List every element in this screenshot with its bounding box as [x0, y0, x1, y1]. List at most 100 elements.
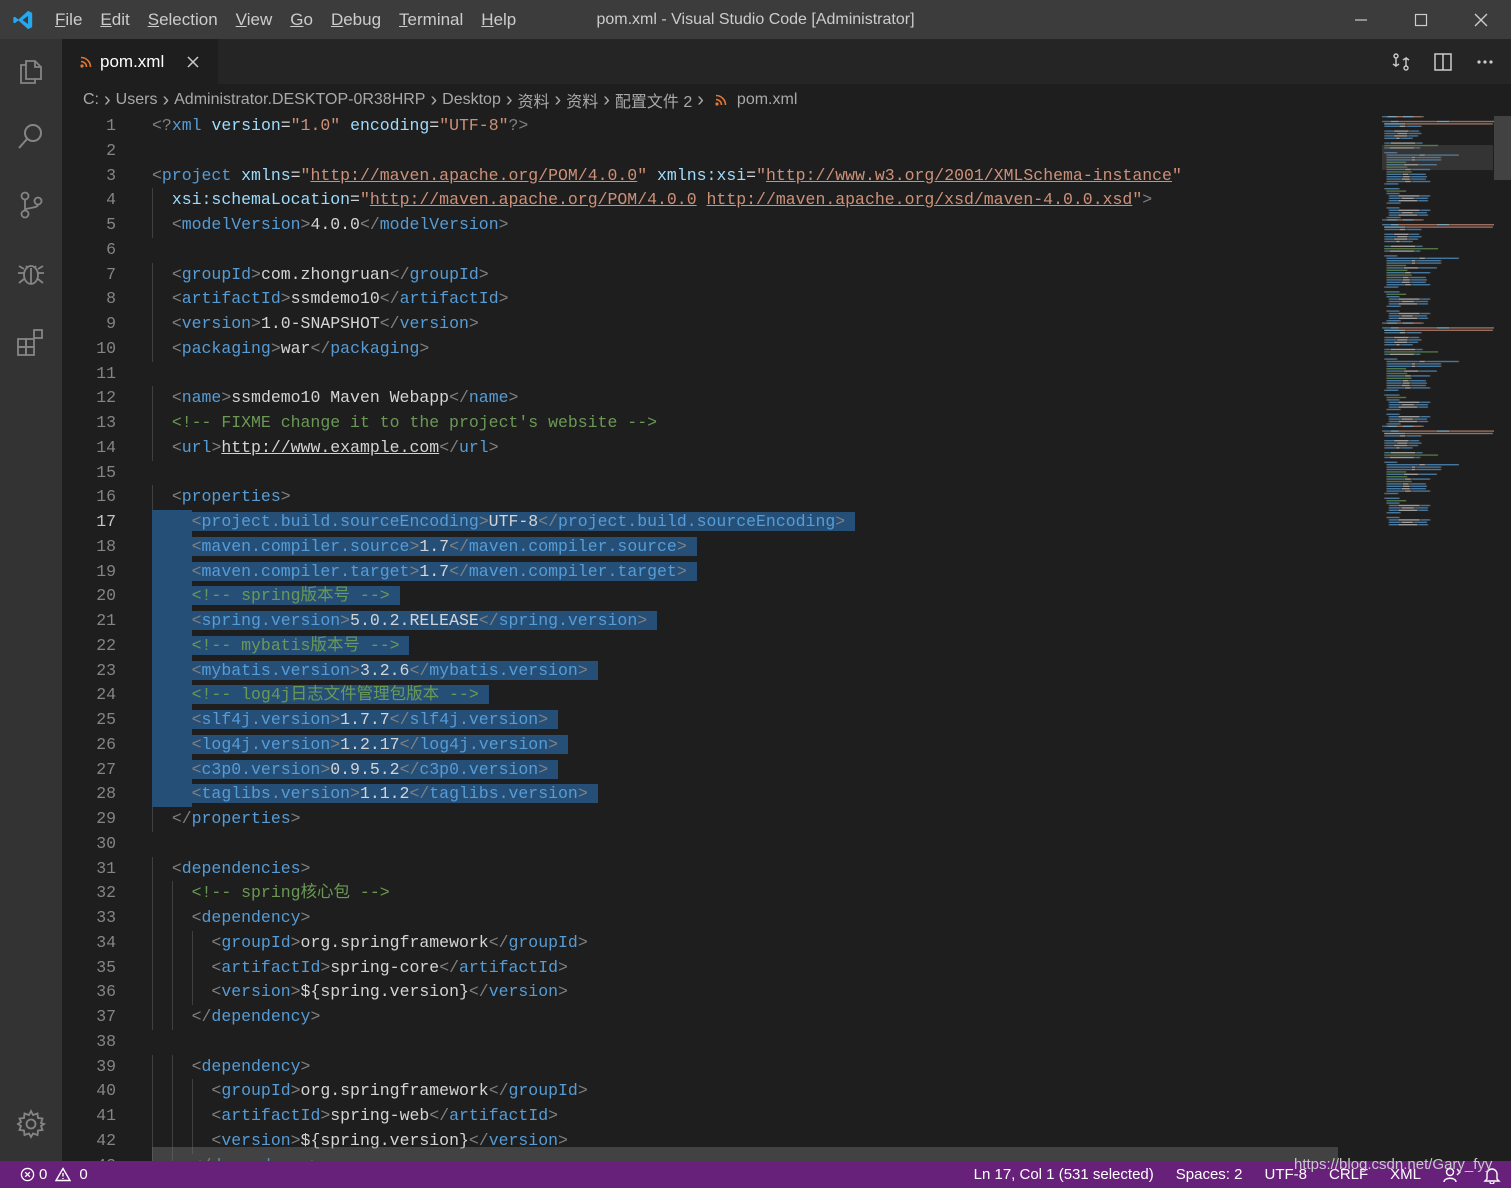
cursor-position[interactable]: Ln 17, Col 1 (531 selected): [974, 1166, 1154, 1183]
window-controls: [1331, 0, 1511, 39]
minimap-mark: [1385, 233, 1393, 235]
minimap-mark: [1424, 380, 1426, 382]
minimap[interactable]: [1378, 116, 1498, 1161]
minimize-button[interactable]: [1331, 0, 1391, 39]
minimap-mark: [1390, 142, 1415, 144]
token-br: </: [429, 1106, 450, 1125]
minimap-mark: [1429, 387, 1431, 389]
minimap-mark: [1386, 284, 1388, 286]
minimap-mark: [1388, 524, 1390, 526]
breadcrumb-item[interactable]: C:: [83, 91, 99, 109]
breadcrumb-item[interactable]: 资料: [566, 88, 598, 112]
minimap-mark: [1443, 226, 1491, 228]
token-tag: properties: [191, 809, 291, 828]
minimap-mark: [1390, 348, 1415, 351]
minimap-mark: [1416, 250, 1420, 252]
menu-item-edit[interactable]: Edit: [91, 0, 138, 39]
minimap-mark: [1418, 130, 1420, 132]
line-number: 42: [96, 1130, 116, 1150]
minimap-slider[interactable]: [1382, 145, 1493, 170]
minimap-mark: [1385, 236, 1397, 238]
breadcrumb-item[interactable]: pom.xml: [737, 91, 797, 109]
menu-item-help[interactable]: Help: [472, 0, 525, 39]
token-str: ": [300, 165, 311, 185]
more-actions-icon[interactable]: [1471, 48, 1499, 76]
minimap-mark: [1388, 420, 1390, 423]
minimap-mark: [1387, 466, 1411, 468]
minimap-mark: [1398, 209, 1420, 211]
explorer-icon[interactable]: [0, 41, 62, 101]
token-tag: groupId: [221, 1081, 291, 1101]
breadcrumb-item[interactable]: 资料: [518, 88, 550, 112]
minimap-mark: [1420, 339, 1422, 341]
code-editor[interactable]: 1 <?xml version="1.0" encoding="UTF-8"?> 2…: [62, 116, 1372, 1161]
minimap-mark: [1405, 226, 1407, 228]
minimap-mark: [1412, 425, 1414, 427]
minimap-mark: [1435, 370, 1437, 372]
minimap-mark: [1413, 353, 1417, 355]
minimap-mark: [1384, 286, 1387, 288]
vertical-scrollbar[interactable]: [1494, 116, 1511, 1161]
minimap-mark: [1387, 310, 1399, 312]
breadcrumb-item[interactable]: Administrator.DESKTOP-0R38HRP: [174, 91, 425, 109]
problems-indicator[interactable]: 0 0: [0, 1166, 88, 1183]
indentation-setting[interactable]: Spaces: 2: [1176, 1166, 1243, 1183]
menu-item-file[interactable]: File: [46, 0, 91, 39]
extensions-icon[interactable]: [0, 311, 62, 371]
line-content: <project xmlns="http://maven.apache.org/…: [152, 164, 1182, 189]
minimap-mark: [1417, 466, 1441, 468]
minimap-mark: [1399, 216, 1401, 219]
minimap-mark: [1401, 344, 1412, 346]
split-editor-icon[interactable]: [1429, 48, 1457, 76]
minimap-mark: [1407, 442, 1410, 444]
breadcrumb-item[interactable]: Users: [116, 91, 158, 109]
debug-icon[interactable]: [0, 243, 62, 303]
breadcrumb-item[interactable]: Desktop: [442, 91, 501, 109]
minimap-mark: [1384, 351, 1439, 353]
minimap-mark: [1386, 293, 1407, 295]
line-content: </properties>: [152, 807, 301, 832]
minimap-mark: [1390, 245, 1415, 247]
search-icon[interactable]: [0, 106, 62, 166]
scrollbar-thumb[interactable]: [1494, 116, 1511, 180]
minimap-mark: [1424, 276, 1426, 279]
line-number: 38: [96, 1031, 116, 1051]
source-control-icon[interactable]: [0, 175, 62, 235]
open-changes-icon[interactable]: [1387, 48, 1415, 76]
minimap-mark: [1401, 315, 1413, 317]
maximize-button[interactable]: [1391, 0, 1451, 39]
minimap-mark: [1387, 382, 1402, 384]
minimap-mark: [1406, 226, 1443, 228]
selection-lead: [152, 534, 192, 560]
minimap-mark: [1457, 257, 1459, 259]
minimap-mark: [1386, 257, 1388, 259]
code-line: 6: [62, 238, 1372, 263]
title-bar: File Edit Selection View Go Debug Terminal Help…: [0, 0, 1511, 39]
menu-item-debug[interactable]: Debug: [322, 0, 390, 39]
breadcrumb-item[interactable]: 配置文件 2: [615, 88, 692, 112]
minimap-mark: [1388, 512, 1400, 514]
token-str: ": [359, 190, 370, 210]
minimap-mark: [1405, 228, 1408, 231]
line-number: 12: [96, 388, 116, 408]
minimap-mark: [1401, 178, 1410, 180]
token-com: <!-- spring核心包 -->: [191, 883, 390, 903]
menu-item-go[interactable]: Go: [281, 0, 322, 39]
menu-item-view[interactable]: View: [227, 0, 282, 39]
menu-item-selection[interactable]: Selection: [139, 0, 227, 39]
minimap-mark: [1386, 396, 1407, 399]
minimap-mark: [1406, 432, 1443, 435]
minimap-mark: [1388, 209, 1390, 211]
close-window-button[interactable]: [1451, 0, 1511, 39]
close-icon[interactable]: [184, 53, 202, 71]
minimap-mark: [1404, 226, 1406, 228]
tab-pom-xml[interactable]: pom.xml: [62, 39, 218, 84]
menu-item-terminal[interactable]: Terminal: [390, 0, 472, 39]
token-br: >: [538, 759, 549, 779]
settings-gear-icon[interactable]: [0, 1094, 62, 1154]
minimap-mark: [1388, 504, 1390, 507]
horizontal-scrollbar[interactable]: [152, 1147, 1338, 1161]
